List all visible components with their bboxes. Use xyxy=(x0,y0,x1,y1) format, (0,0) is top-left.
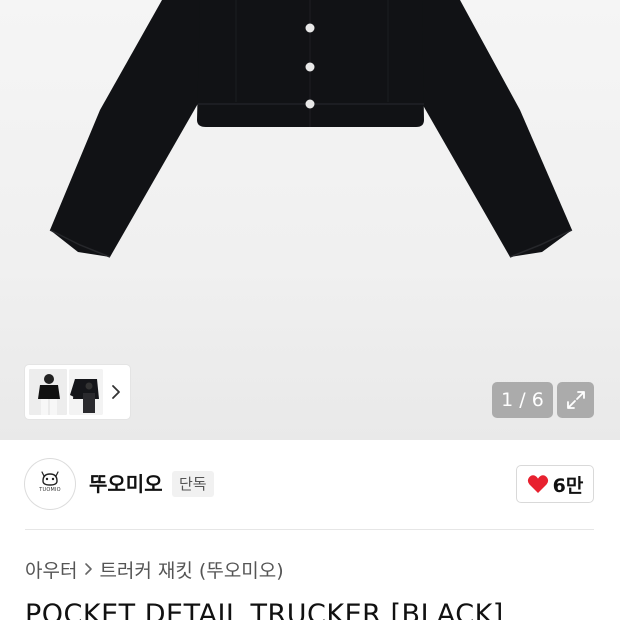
like-button[interactable]: 6만 xyxy=(516,465,594,503)
product-page: 1 / 6 TUOMIO 뚜오미오 단독 6만 아우터 트러커 재킷 (뚜오미오… xyxy=(0,0,620,620)
breadcrumb-item-outer[interactable]: 아우터 xyxy=(25,556,77,583)
fullscreen-button[interactable] xyxy=(557,382,594,418)
exclusive-badge: 단독 xyxy=(172,471,214,497)
brand-logo[interactable]: TUOMIO xyxy=(25,459,75,509)
thumb-model-photo[interactable] xyxy=(29,369,67,415)
breadcrumb-item-category[interactable]: 트러커 재킷 (뚜오미오) xyxy=(99,556,283,583)
breadcrumb: 아우터 트러커 재킷 (뚜오미오) xyxy=(25,555,284,583)
brand-logo-icon xyxy=(41,471,59,486)
image-counter: 1 / 6 xyxy=(492,382,553,418)
expand-icon xyxy=(566,391,585,409)
product-title: POCKET DETAIL TRUCKER [BLACK] xyxy=(25,599,504,620)
brand-logo-text: TUOMIO xyxy=(39,487,61,493)
like-count: 6만 xyxy=(552,474,584,497)
chevron-right-icon[interactable] xyxy=(104,380,128,404)
divider xyxy=(25,529,594,530)
thumb-product-photo[interactable] xyxy=(69,369,103,415)
chevron-right-icon xyxy=(83,562,93,576)
product-image-carousel[interactable]: 1 / 6 xyxy=(0,0,620,440)
heart-icon xyxy=(527,475,548,493)
brand-name[interactable]: 뚜오미오 xyxy=(89,470,163,498)
